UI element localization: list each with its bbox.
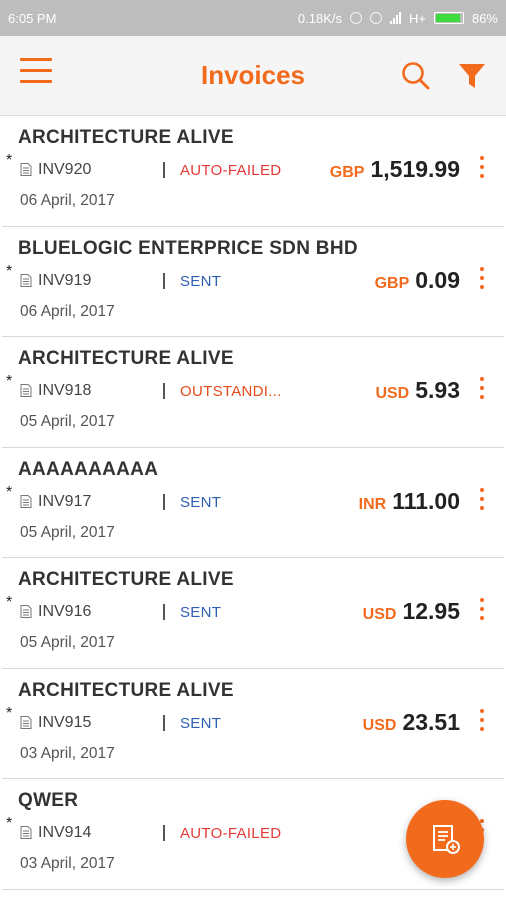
status-bar: 6:05 PM 0.18K/s H+ 86% — [0, 0, 506, 36]
invoice-amount: 111.00 — [392, 487, 460, 514]
invoice-amount: 1,519.99 — [370, 156, 460, 182]
invoice-list: ARCHITECTURE ALIVE * INV920 AUTO-FAILED … — [0, 116, 506, 890]
more-options-icon[interactable] — [476, 156, 488, 182]
status-badge: SENT — [180, 493, 222, 511]
status-badge: SENT — [180, 272, 222, 290]
invoice-number: INV916 — [38, 603, 92, 620]
divider — [163, 493, 165, 510]
invoice-total: GBP 1,519.99 — [330, 156, 460, 183]
more-options-icon[interactable] — [476, 598, 488, 624]
invoice-total: USD 12.95 — [363, 598, 460, 625]
invoice-row[interactable]: ARCHITECTURE ALIVE * INV918 OUTSTANDI...… — [2, 337, 504, 448]
invoice-total: GBP 0.09 — [375, 267, 460, 294]
required-star-icon: * — [6, 815, 13, 832]
required-star-icon: * — [6, 152, 13, 169]
customer-name: ARCHITECTURE ALIVE — [18, 679, 234, 701]
invoice-amount: 23.51 — [402, 708, 460, 735]
required-star-icon: * — [6, 704, 13, 722]
search-icon[interactable] — [400, 60, 432, 92]
battery-level: 86% — [471, 10, 498, 26]
required-star-icon: * — [6, 373, 13, 390]
sync-icon — [349, 12, 362, 24]
invoice-date: 05 April, 2017 — [20, 413, 115, 430]
status-badge: OUTSTANDI... — [180, 383, 282, 400]
document-icon — [20, 715, 32, 729]
status-badge: AUTO-FAILED — [180, 825, 282, 842]
invoice-date: 06 April, 2017 — [20, 192, 115, 209]
divider — [163, 272, 165, 289]
customer-name: ARCHITECTURE ALIVE — [18, 348, 234, 369]
divider — [163, 383, 165, 399]
invoice-date: 03 April, 2017 — [20, 855, 115, 872]
required-star-icon: * — [6, 262, 13, 280]
status-time: 6:05 PM — [8, 10, 57, 26]
more-options-icon[interactable] — [476, 266, 488, 293]
customer-name: ARCHITECTURE ALIVE — [18, 569, 234, 590]
network-type: H+ — [408, 10, 426, 26]
required-star-icon: * — [6, 594, 13, 611]
invoice-amount: 5.93 — [415, 377, 460, 403]
currency-code: USD — [362, 716, 397, 734]
battery-icon — [433, 12, 464, 24]
invoice-row[interactable]: ARCHITECTURE ALIVE * INV920 AUTO-FAILED … — [2, 116, 504, 227]
invoice-row[interactable]: ARCHITECTURE ALIVE * INV916 SENT 05 Apri… — [2, 558, 504, 669]
invoice-number: INV917 — [38, 492, 92, 510]
status-badge: SENT — [180, 714, 222, 732]
invoice-number: INV918 — [38, 382, 92, 399]
customer-name: AAAAAAAAAA — [18, 458, 159, 480]
signal-icon — [389, 12, 401, 24]
invoice-number: INV915 — [38, 713, 92, 731]
divider — [163, 162, 165, 178]
invoice-amount: 12.95 — [402, 598, 460, 624]
document-icon — [20, 826, 32, 839]
divider — [163, 604, 165, 620]
invoice-row[interactable]: ARCHITECTURE ALIVE * INV915 SENT 03 Apri… — [2, 669, 504, 779]
currency-code: GBP — [329, 164, 365, 181]
filter-icon[interactable] — [456, 60, 488, 92]
invoice-amount: 0.09 — [415, 266, 460, 293]
customer-name: ARCHITECTURE ALIVE — [18, 127, 234, 148]
divider — [163, 714, 165, 731]
invoice-date: 05 April, 2017 — [20, 634, 115, 651]
document-icon — [20, 273, 32, 287]
currency-code: USD — [375, 385, 410, 402]
document-icon — [20, 494, 32, 508]
divider — [163, 825, 165, 841]
invoice-total: USD 5.93 — [375, 377, 460, 404]
document-icon — [20, 163, 32, 176]
customer-name: QWER — [18, 790, 79, 811]
invoice-date: 03 April, 2017 — [20, 744, 115, 762]
invoice-number: INV914 — [38, 824, 92, 841]
network-speed: 0.18K/s — [297, 10, 342, 26]
invoice-row[interactable]: BLUELOGIC ENTERPRICE SDN BHD * INV919 SE… — [2, 227, 504, 337]
invoice-number: INV920 — [38, 161, 92, 178]
currency-code: GBP — [374, 274, 410, 292]
more-options-icon[interactable] — [476, 708, 488, 735]
new-invoice-icon — [433, 825, 460, 854]
customer-name: BLUELOGIC ENTERPRICE SDN BHD — [18, 237, 358, 259]
new-invoice-button[interactable] — [406, 800, 484, 878]
status-badge: AUTO-FAILED — [180, 162, 282, 179]
document-icon — [20, 605, 32, 618]
more-options-icon[interactable] — [476, 487, 488, 514]
invoice-total: USD 23.51 — [363, 709, 460, 736]
more-options-icon[interactable] — [476, 377, 488, 403]
required-star-icon: * — [6, 483, 13, 501]
invoice-date: 06 April, 2017 — [20, 302, 115, 320]
currency-code: INR — [358, 495, 387, 513]
invoice-total: INR 111.00 — [359, 488, 460, 515]
app-bar: Invoices — [0, 36, 506, 116]
invoice-number: INV919 — [38, 271, 92, 289]
invoice-row[interactable]: AAAAAAAAAA * INV917 SENT 05 April, 2017 … — [2, 448, 504, 558]
alarm-icon — [369, 12, 382, 24]
currency-code: USD — [362, 606, 397, 623]
status-badge: SENT — [180, 604, 222, 621]
document-icon — [20, 384, 32, 397]
invoice-date: 05 April, 2017 — [20, 523, 115, 541]
status-icons: 0.18K/s H+ 86% — [298, 11, 498, 26]
